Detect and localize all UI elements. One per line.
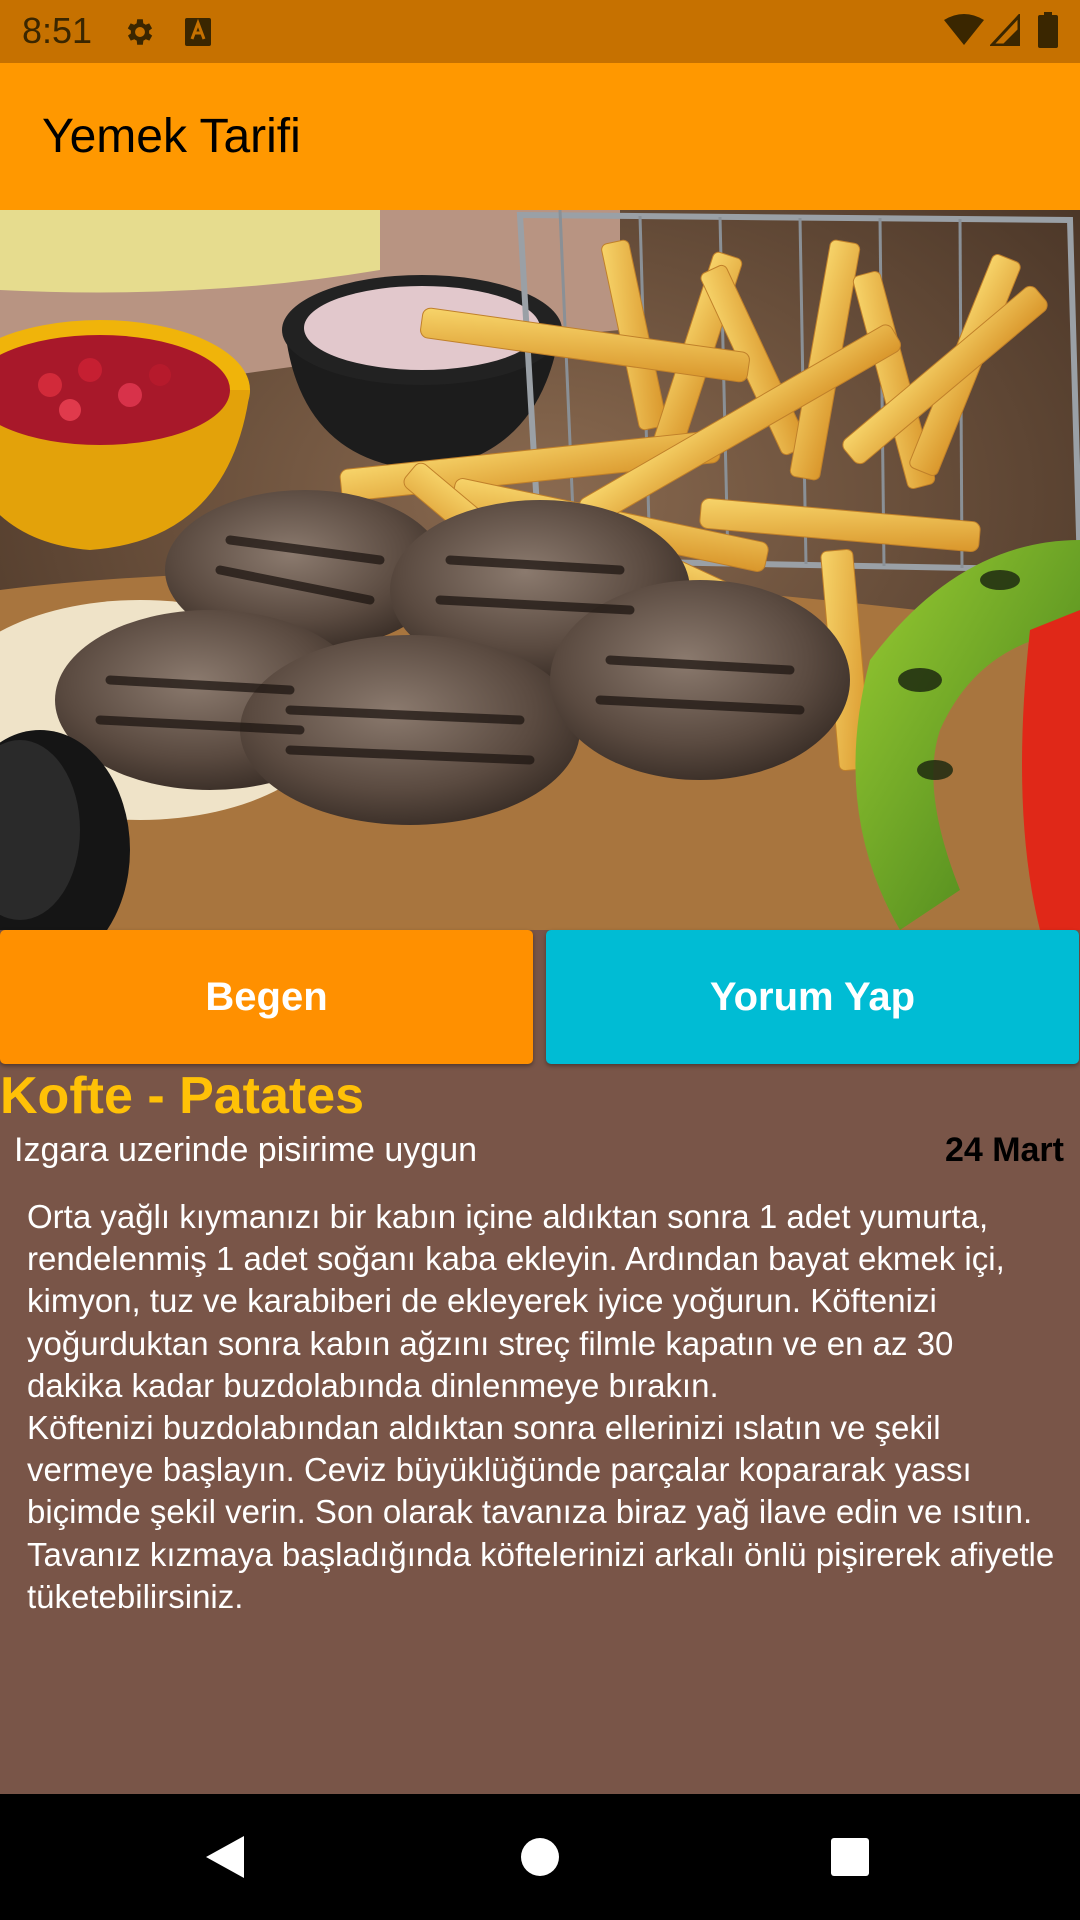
recents-button[interactable]	[780, 1794, 920, 1920]
status-time: 8:51	[22, 10, 93, 51]
recipe-subtitle: Izgara uzerinde pisirime uygun	[14, 1131, 478, 1169]
recents-icon	[831, 1838, 869, 1876]
food-image	[0, 210, 1080, 930]
status-bar: 8:51	[0, 0, 1080, 63]
screen: 8:51 Yemek Tarifi Begen Yorum Yap Kofte …	[0, 0, 1080, 1920]
nav-bar	[0, 1794, 1080, 1920]
back-button[interactable]	[155, 1794, 295, 1920]
like-button[interactable]: Begen	[0, 930, 533, 1064]
recipe-title: Kofte - Patates	[0, 1067, 365, 1125]
app-title: Yemek Tarifi	[42, 110, 301, 163]
signal-icon	[990, 14, 1020, 46]
home-button[interactable]	[470, 1794, 610, 1920]
battery-icon	[1038, 12, 1058, 48]
like-button-label: Begen	[205, 974, 328, 1019]
a-letter-icon	[185, 18, 211, 46]
recipe-date: 24 Mart	[944, 1131, 1064, 1169]
comment-button[interactable]: Yorum Yap	[546, 930, 1079, 1064]
home-icon	[521, 1838, 559, 1876]
recipe-body: Orta yağlı kıymanızı bir kabın içine ald…	[27, 1198, 1055, 1615]
comment-button-label: Yorum Yap	[709, 974, 916, 1019]
wifi-icon	[944, 14, 984, 45]
app-bar: Yemek Tarifi	[0, 63, 1080, 210]
gear-icon	[127, 19, 153, 45]
back-icon	[206, 1836, 244, 1878]
